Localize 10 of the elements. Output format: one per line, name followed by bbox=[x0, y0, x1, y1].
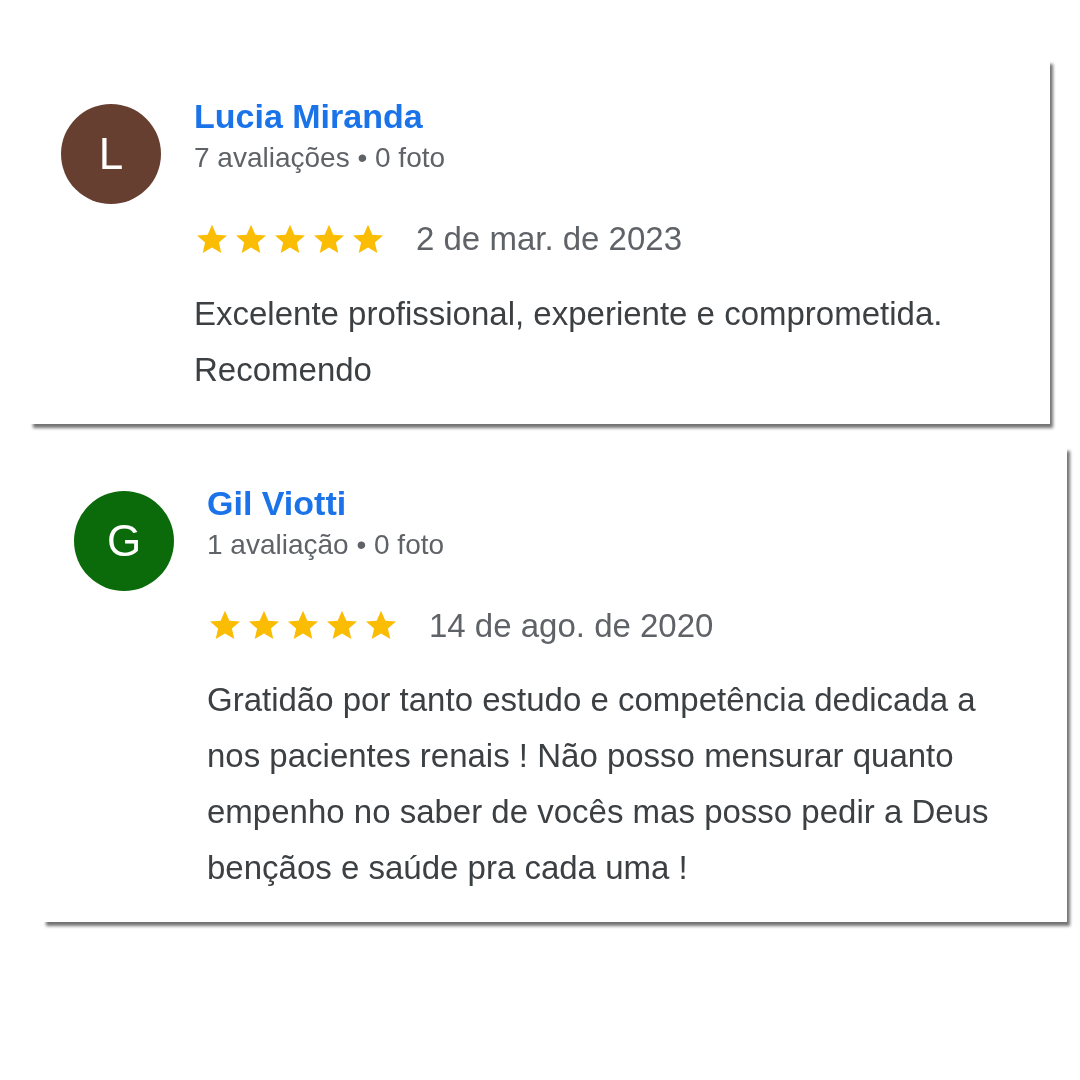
avatar: L bbox=[61, 104, 161, 204]
reviewer-name[interactable]: Gil Viotti bbox=[207, 480, 347, 525]
reviewer-name[interactable]: Lucia Miranda bbox=[194, 94, 423, 138]
review-meta: 1 avaliação • 0 foto bbox=[207, 527, 445, 562]
avatar: G bbox=[74, 490, 174, 591]
review-meta: 7 avaliações • 0 foto bbox=[194, 141, 446, 175]
review-date: 14 de ago. de 2020 bbox=[429, 605, 714, 646]
review-text: Excelente profissional, experiente e comprometida. Recomendo bbox=[194, 293, 944, 390]
review-text: Gratidão por tanto estudo e competência dedicada a nos pacientes renais ! Não posso mensurar quanto empenho no saber de vocês mas posso pedir a Deus bençãos e saúde pra cada uma ! bbox=[207, 680, 990, 888]
review-date: 2 de mar. de 2023 bbox=[416, 219, 683, 259]
